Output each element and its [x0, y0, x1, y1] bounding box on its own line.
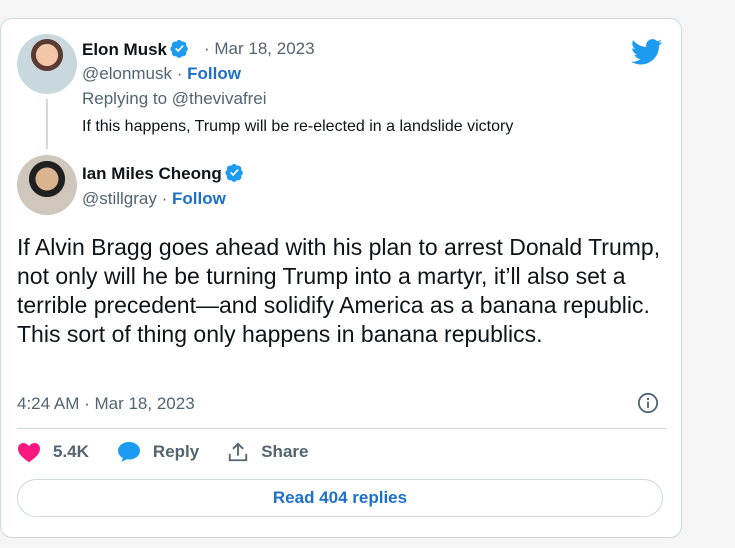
follow-ian-button[interactable]: Follow [172, 189, 226, 208]
info-icon[interactable] [637, 392, 659, 414]
quoted-author-name[interactable]: Elon Musk [82, 39, 189, 60]
avatar-elon-musk[interactable] [17, 34, 77, 94]
heart-icon [18, 443, 40, 463]
divider [17, 428, 667, 429]
quoted-author-name-text[interactable]: Elon Musk [82, 40, 167, 59]
tweet-text: If Alvin Bragg goes ahead with his plan … [17, 234, 661, 347]
quoted-tweet-text: If this happens, Trump will be re-electe… [82, 118, 514, 135]
reply-bubble-icon [117, 442, 140, 462]
verified-badge-icon [170, 39, 188, 58]
tweet-author-name[interactable]: Ian Miles Cheong [82, 163, 244, 184]
follow-elon-button[interactable]: Follow [187, 64, 241, 83]
tweet-handle[interactable]: @stillgray · [82, 189, 167, 208]
quoted-date[interactable]: · Mar 18, 2023 [204, 39, 315, 59]
quoted-handle-row: @elonmusk · Follow [82, 64, 241, 84]
replying-to[interactable]: Replying to @thevivafrei [82, 89, 267, 109]
tweet-handle-row: @stillgray · Follow [82, 189, 226, 209]
reply-label: Reply [152, 442, 200, 461]
twitter-bird-icon[interactable] [631, 39, 663, 65]
avatar-ian-miles-cheong[interactable] [17, 155, 77, 215]
share-button[interactable]: Share [227, 441, 308, 463]
verified-badge-icon [225, 163, 243, 182]
read-replies-button[interactable]: Read 404 replies [17, 479, 663, 517]
tweet-timestamp[interactable]: 4:24 AM · Mar 18, 2023 [17, 394, 195, 414]
reply-button[interactable]: Reply [117, 441, 199, 463]
tweet-author-name-text[interactable]: Ian Miles Cheong [82, 164, 222, 183]
share-label: Share [261, 442, 309, 461]
thread-connector-line [46, 99, 48, 149]
like-count: 5.4K [53, 442, 89, 461]
share-icon [229, 442, 248, 462]
tweet-embed-card: Elon Musk · Mar 18, 2023 @elonmusk · Fol… [0, 18, 682, 538]
like-button[interactable]: 5.4K [17, 441, 89, 463]
action-bar: 5.4K Reply Share [17, 441, 336, 463]
quoted-handle[interactable]: @elonmusk · [82, 64, 182, 83]
